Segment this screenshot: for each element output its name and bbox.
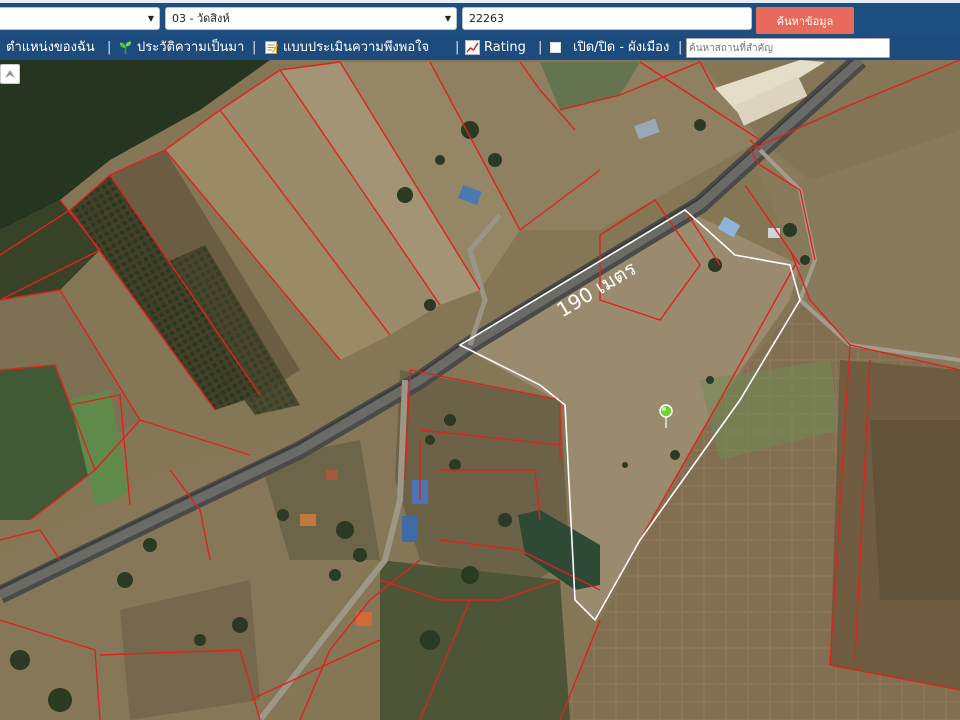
menu-item-label: แบบประเมินความพึงพอใจ <box>283 40 430 55</box>
tambon-select-value: 03 - วัดสิงห์ <box>172 12 230 25</box>
layers-icon <box>5 70 15 78</box>
menu-item-rating[interactable]: Rating <box>465 36 526 60</box>
chevron-down-icon: ▼ <box>147 14 154 23</box>
chevron-down-icon: ▼ <box>444 14 451 23</box>
menu-item-label: ตำแหน่งของฉัน <box>6 40 95 55</box>
menu-item-label: เปิด/ปิด - ผังเมือง <box>573 40 670 55</box>
memo-icon <box>265 41 278 54</box>
layer-toggle-button[interactable] <box>0 64 20 84</box>
menu-separator: | <box>252 40 257 55</box>
tambon-select[interactable]: 03 - วัดสิงห์ ▼ <box>165 7 457 30</box>
satellite-map[interactable]: 190 เมตร <box>0 60 960 720</box>
menu-item-history[interactable]: ประวัติความเป็นมา <box>118 36 244 60</box>
menu-separator: | <box>455 40 460 55</box>
menu-item-my-location[interactable]: ตำแหน่งของฉัน <box>6 36 95 60</box>
menu-separator: | <box>538 40 543 55</box>
menu-item-label: ประวัติความเป็นมา <box>137 40 245 55</box>
menu-item-city-plan-toggle[interactable]: เปิด/ปิด - ผังเมือง <box>550 36 669 60</box>
map-canvas[interactable]: 190 เมตร <box>0 60 960 720</box>
search-button[interactable]: ค้นหาข้อมูล <box>756 7 854 34</box>
parcel-number-input[interactable] <box>462 7 752 30</box>
sprout-icon <box>119 41 132 54</box>
menu-separator: | <box>107 40 112 55</box>
province-select[interactable]: ▼ <box>0 7 160 30</box>
chart-icon <box>465 40 480 55</box>
menu-item-satisfaction-survey[interactable]: แบบประเมินความพึงพอใจ <box>264 36 429 60</box>
place-search-input[interactable] <box>686 38 890 58</box>
top-search-bar: ▼ 03 - วัดสิงห์ ▼ ค้นหาข้อมูล <box>0 0 960 36</box>
menu-separator: | <box>678 40 683 55</box>
checkbox-icon[interactable] <box>550 42 561 53</box>
menu-item-label: Rating <box>484 40 526 55</box>
